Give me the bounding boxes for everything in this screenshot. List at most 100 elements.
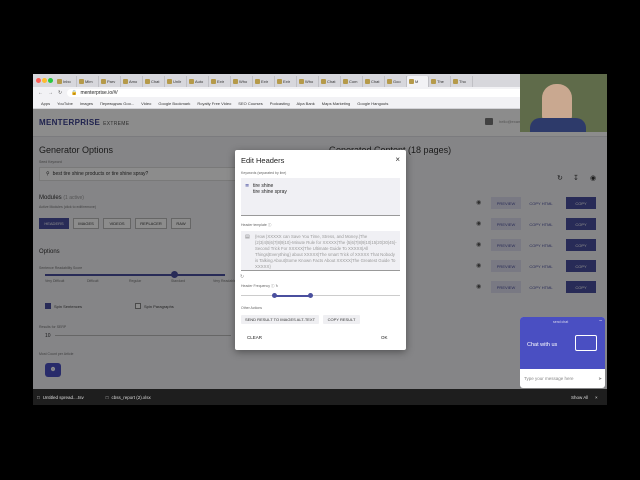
frequency-slider-min-handle[interactable]	[272, 293, 277, 298]
tab-label: Chat	[151, 79, 160, 84]
chat-bubble-icon	[575, 335, 597, 351]
favicon-icon	[145, 79, 150, 84]
header-template-textarea[interactable]: ▤ {How |XXXXX can Save You Time, Stress,…	[241, 231, 400, 271]
copy-result-button[interactable]: COPY RESULT	[323, 315, 360, 324]
tab-label: Chat	[371, 79, 380, 84]
bookmark-item[interactable]: Podcasting	[270, 101, 290, 106]
reset-icon[interactable]: ↻	[240, 274, 244, 280]
tab-label: The	[437, 79, 444, 84]
download-item[interactable]: □ cbss_report (2).xlsx	[106, 395, 151, 400]
tab-label: Auto	[195, 79, 204, 84]
favicon-icon	[277, 79, 282, 84]
browser-tab[interactable]: Parv	[99, 76, 121, 87]
maximize-window-dot[interactable]	[48, 78, 53, 83]
bookmark-item[interactable]: SEO Courses	[238, 101, 262, 106]
favicon-icon	[57, 79, 62, 84]
browser-tab[interactable]: Who	[231, 76, 253, 87]
browser-tab[interactable]: Inbo	[55, 76, 77, 87]
bookmark-item[interactable]: Google Hangouts	[357, 101, 388, 106]
tab-label: Tho	[459, 79, 466, 84]
browser-tab[interactable]: The	[429, 76, 451, 87]
browser-tab[interactable]: Extr	[209, 76, 231, 87]
file-icon: □	[37, 394, 40, 400]
tab-label: Goo	[393, 79, 401, 84]
favicon-icon	[431, 79, 436, 84]
chat-header: send chat	[553, 320, 569, 324]
favicon-icon	[299, 79, 304, 84]
tab-label: M	[415, 79, 419, 84]
drag-icon: ≣	[245, 183, 250, 189]
browser-tab[interactable]: Amo	[121, 76, 143, 87]
file-icon: □	[105, 394, 109, 400]
bookmark-item[interactable]: Maps Marketing	[322, 101, 350, 106]
browser-tab[interactable]: Chat	[319, 76, 341, 87]
favicon-icon	[387, 79, 392, 84]
keywords-label: Keywords (separated by line)	[241, 171, 287, 175]
favicon-icon	[233, 79, 238, 84]
frequency-slider-range	[274, 295, 310, 297]
favicon-icon	[255, 79, 260, 84]
keywords-textarea[interactable]: ≣ tire shine tire shine spray	[241, 178, 400, 216]
url-text: menterprise.io/#/	[80, 90, 118, 96]
browser-tab[interactable]: Mlm	[77, 76, 99, 87]
tab-label: Unlir	[173, 79, 182, 84]
favicon-icon	[79, 79, 84, 84]
send-icon[interactable]: ➤	[598, 376, 602, 382]
back-icon[interactable]: ←	[38, 90, 43, 96]
other-actions-label: Other Actions	[241, 306, 263, 310]
browser-tab[interactable]: Tho	[451, 76, 473, 87]
help-icon[interactable]: ⓘ	[271, 284, 275, 288]
frequency-slider-track[interactable]	[241, 295, 400, 296]
favicon-icon	[101, 79, 106, 84]
browser-tab[interactable]: Chat	[143, 76, 165, 87]
browser-tab[interactable]: Unlir	[165, 76, 187, 87]
browser-tab[interactable]: Com	[341, 76, 363, 87]
download-item[interactable]: □ Untitled spread....tsv	[37, 395, 84, 400]
bookmark-item[interactable]: Royalty Free Video	[197, 101, 231, 106]
browser-tab[interactable]: Goo	[385, 76, 407, 87]
template-icon: ▤	[245, 234, 250, 240]
reset-icon[interactable]: ↻	[275, 284, 278, 288]
url-field[interactable]: 🔒 menterprise.io/#/	[67, 89, 528, 97]
bookmark-item[interactable]: Apps	[41, 101, 50, 106]
frequency-slider-max-handle[interactable]	[308, 293, 313, 298]
bookmark-item[interactable]: YouTube	[57, 101, 73, 106]
chat-message-input[interactable]: Type your message here ➤	[520, 369, 605, 388]
close-window-dot[interactable]	[36, 78, 41, 83]
minimize-icon[interactable]: –	[599, 318, 602, 324]
bookmark-item[interactable]: Alpa Bank	[297, 101, 315, 106]
chat-widget: send chat – Chat with us Type your messa…	[520, 317, 605, 388]
browser-tab[interactable]: Auto	[187, 76, 209, 87]
tab-label: Amo	[129, 79, 138, 84]
favicon-icon	[365, 79, 370, 84]
bookmark-item[interactable]: Google Bookmark	[158, 101, 190, 106]
chat-panel[interactable]: send chat – Chat with us	[520, 317, 605, 369]
favicon-icon	[321, 79, 326, 84]
webcam-shirt	[530, 118, 586, 132]
forward-icon[interactable]: →	[48, 90, 53, 96]
favicon-icon	[167, 79, 172, 84]
browser-tab[interactable]: Chat	[363, 76, 385, 87]
tab-label: Com	[349, 79, 358, 84]
clear-button[interactable]: CLEAR	[247, 335, 262, 340]
close-icon[interactable]: ×	[395, 155, 400, 164]
webcam-overlay	[520, 74, 607, 132]
bookmark-item[interactable]: Video	[141, 101, 151, 106]
browser-tab[interactable]: M	[407, 76, 429, 87]
send-result-button[interactable]: SEND RESULT TO IMAGES ALT-TEXT	[241, 315, 319, 324]
close-icon[interactable]: ×	[595, 395, 598, 400]
bookmark-item[interactable]: Images	[80, 101, 93, 106]
show-all-button[interactable]: Show All	[571, 395, 588, 400]
ok-button[interactable]: OK	[381, 335, 388, 340]
bookmark-item[interactable]: Переводчик Goo...	[100, 101, 134, 106]
favicon-icon	[409, 79, 414, 84]
reload-icon[interactable]: ↻	[58, 90, 62, 96]
tab-label: Inbo	[63, 79, 71, 84]
browser-tab[interactable]: Extr	[275, 76, 297, 87]
browser-tab[interactable]: Who	[297, 76, 319, 87]
minimize-window-dot[interactable]	[42, 78, 47, 83]
help-icon[interactable]: ⓘ	[268, 223, 272, 227]
browser-tab[interactable]: Extr	[253, 76, 275, 87]
tab-label: Mlm	[85, 79, 93, 84]
keyword-line: tire shine spray	[253, 189, 287, 195]
